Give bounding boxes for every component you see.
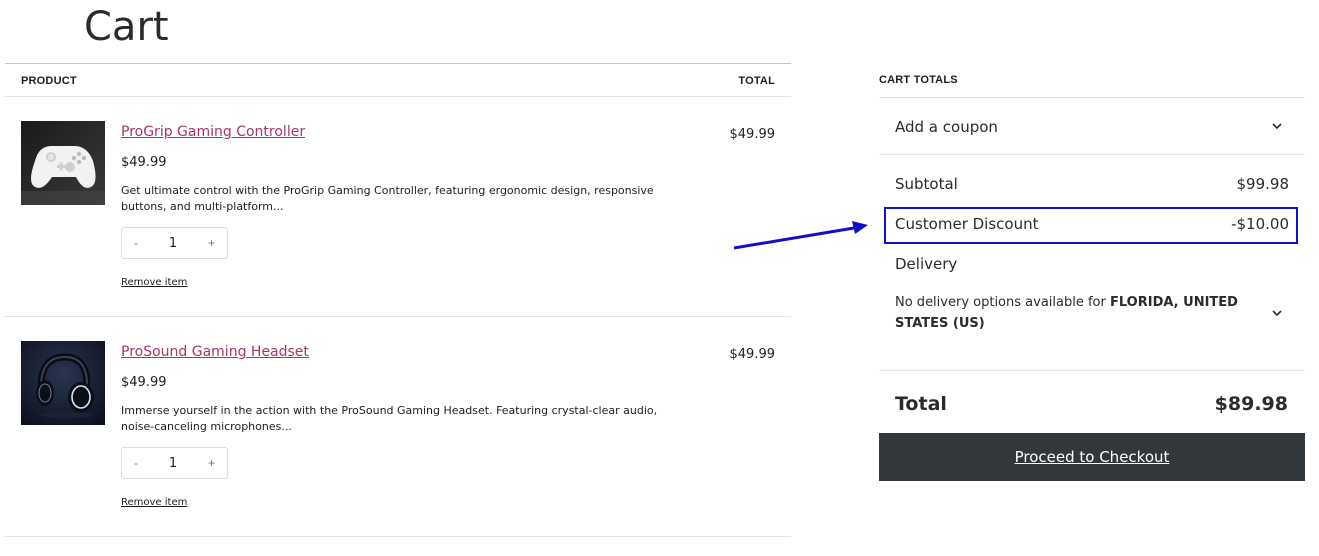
quantity-increase-button[interactable]: + [208,236,215,250]
delivery-note-text: No delivery options available for [895,295,1110,310]
quantity-decrease-button[interactable]: - [134,456,138,470]
quantity-decrease-button[interactable]: - [134,236,138,250]
game-controller-icon [21,121,105,205]
product-name-link[interactable]: ProSound Gaming Headset [121,344,309,360]
quantity-input[interactable]: 1 [169,236,177,251]
cart-totals-header: CART TOTALS [879,63,1305,98]
product-image-headset[interactable] [21,341,105,425]
annotation-arrow-icon [733,221,868,250]
line-total: $49.99 [729,127,776,142]
column-header-product: PRODUCT [21,75,77,87]
quantity-stepper: - 1 + [121,447,228,479]
totals-divider [879,370,1305,371]
subtotal-label: Subtotal [895,175,958,193]
product-price: $49.99 [121,375,167,390]
total-label: Total [895,393,947,415]
chevron-down-icon[interactable] [1271,307,1283,319]
discount-label: Customer Discount [895,215,1039,233]
total-value: $89.98 [1214,393,1288,415]
delivery-label: Delivery [895,255,958,273]
remove-item-link[interactable]: Remove item [121,497,187,508]
product-name-link[interactable]: ProGrip Gaming Controller [121,124,305,140]
add-coupon-toggle[interactable]: Add a coupon [879,98,1305,155]
remove-item-link[interactable]: Remove item [121,277,187,288]
product-image-controller[interactable] [21,121,105,205]
quantity-stepper: - 1 + [121,227,228,259]
product-description: Get ultimate control with the ProGrip Ga… [121,184,654,213]
cart-totals-heading: CART TOTALS [879,74,958,86]
discount-value: -$10.00 [1231,215,1289,233]
delivery-note: No delivery options available for FLORID… [895,292,1245,334]
quantity-input[interactable]: 1 [169,456,177,471]
subtotal-value: $99.98 [1236,175,1290,193]
product-price: $49.99 [121,155,167,170]
table-header: PRODUCT TOTAL [5,63,791,97]
cart-row: ProGrip Gaming Controller $49.99 Get ult… [5,97,791,317]
proceed-to-checkout-button[interactable]: Proceed to Checkout [879,433,1305,481]
add-coupon-label: Add a coupon [895,118,998,136]
line-total: $49.99 [729,347,776,362]
product-description: Immerse yourself in the action with the … [121,404,658,433]
page-title: Cart [84,4,169,50]
quantity-increase-button[interactable]: + [208,456,215,470]
cart-totals-panel: CART TOTALS Add a coupon [879,63,1305,155]
cart-items-table: PRODUCT TOTAL ProGrip Gaming Controller … [5,63,791,537]
chevron-down-icon [1272,123,1282,130]
headset-icon [21,341,105,425]
column-header-total: TOTAL [738,75,775,87]
cart-row: ProSound Gaming Headset $49.99 Immerse y… [5,317,791,537]
